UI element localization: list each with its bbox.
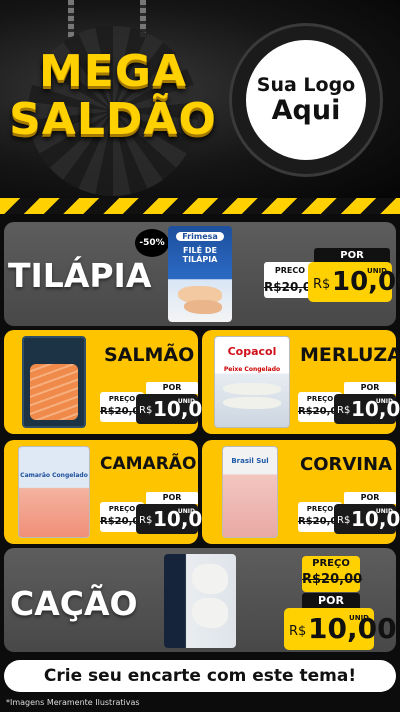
package-title: FILÉ DE TILÁPIA	[182, 246, 218, 264]
old-price: R$20,00	[302, 572, 363, 587]
por-label: POR	[146, 382, 198, 394]
por-label: POR	[314, 248, 390, 263]
product-name-camarao: CAMARÃO	[100, 454, 197, 474]
disclaimer-text: *Imagens Meramente Ilustrativas	[6, 698, 140, 707]
unit-label: UNID	[349, 614, 369, 622]
price-value: 10,00	[332, 267, 400, 297]
product-image-cacao	[164, 554, 236, 648]
price-tag-corvina: POR PREÇO R$20,00 R$ 10,00 UNID	[298, 492, 400, 536]
currency: R$	[139, 515, 153, 526]
por-label: POR	[344, 492, 396, 504]
unit-label: UNID	[177, 508, 195, 515]
product-name-corvina: CORVINA	[300, 454, 392, 475]
title-mega: MEGA	[38, 46, 187, 97]
hazard-stripe	[0, 198, 400, 214]
product-image-salmao	[22, 336, 86, 428]
new-price-box: R$ 10,00 UNID	[334, 394, 400, 424]
por-label: POR	[344, 382, 396, 394]
preco-label: PREÇO	[312, 558, 350, 569]
package-brand: Frimesa	[176, 232, 224, 241]
unit-label: UNID	[375, 508, 393, 515]
new-price-box: R$ 10,00 UNID	[334, 504, 400, 534]
price-tag-cacao: PREÇO R$20,00 POR R$ 10,00 UNID	[284, 556, 397, 652]
fish-fillet	[184, 300, 222, 314]
new-price-box: R$ 10,00 UNID	[284, 608, 397, 650]
product-name-merluza: MERLUZA	[300, 344, 400, 366]
product-image-camarao: Camarão Congelado	[18, 446, 90, 538]
fish-steak	[192, 564, 228, 594]
package-title: Peixe Congelado	[223, 366, 281, 373]
logo-line2: Aqui	[271, 95, 341, 126]
package-title: Camarão Congelado	[20, 472, 88, 479]
unit-label: UNID	[367, 267, 387, 275]
new-price-box: R$ 10,00 UNID	[136, 504, 216, 534]
currency: R$	[139, 405, 153, 416]
currency: R$	[289, 624, 307, 639]
new-price-box: R$ 10,00 UNID	[136, 394, 216, 424]
new-price-box: R$ 10,00 UNID	[308, 262, 400, 302]
discount-badge: -50%	[135, 229, 169, 257]
product-name-cacao: CAÇÃO	[10, 584, 138, 623]
currency: R$	[337, 405, 351, 416]
product-name-tilapia: TILÁPIA	[8, 256, 152, 295]
package-brand: Copacol	[227, 345, 277, 358]
fish-fillet	[223, 397, 281, 409]
currency: R$	[313, 277, 331, 292]
price-tag-merluza: POR PREÇO R$20,00 R$ 10,00 UNID	[298, 382, 400, 426]
salmon-fillet	[30, 364, 78, 420]
logo-line1: Sua Logo	[256, 74, 356, 96]
price-tag-salmao: POR PREÇO R$20,00 R$ 10,00 UNID	[100, 382, 216, 426]
title-saldao: SALDÃO	[9, 94, 217, 145]
fish-steak	[192, 598, 228, 628]
fish-fillet	[223, 383, 281, 395]
price-tag-camarao: POR PREÇO R$20,00 R$ 10,00 UNID	[100, 492, 216, 536]
currency: R$	[337, 515, 351, 526]
chain-left	[68, 0, 74, 40]
unit-label: UNID	[375, 398, 393, 405]
product-image-tilapia: Frimesa FILÉ DE TILÁPIA	[168, 226, 232, 322]
product-image-merluza: Copacol Peixe Congelado	[214, 336, 290, 428]
product-image-corvina: Brasil Sul	[222, 446, 278, 538]
package-brand: Brasil Sul	[231, 457, 269, 465]
logo-placeholder[interactable]: Sua Logo Aqui	[232, 26, 380, 174]
product-name-salmao: SALMÃO	[104, 344, 195, 366]
price-tag-tilapia: POR PRECO R$20,00 R$ 10,00 UNID	[264, 248, 400, 302]
por-label: POR	[302, 593, 360, 608]
old-price-box: PREÇO R$20,00	[302, 556, 363, 592]
unit-label: UNID	[177, 398, 195, 405]
cta-button[interactable]: Crie seu encarte com este tema!	[4, 660, 396, 692]
por-label: POR	[146, 492, 198, 504]
header-banner: MEGA SALDÃO Sua Logo Aqui	[0, 0, 400, 198]
